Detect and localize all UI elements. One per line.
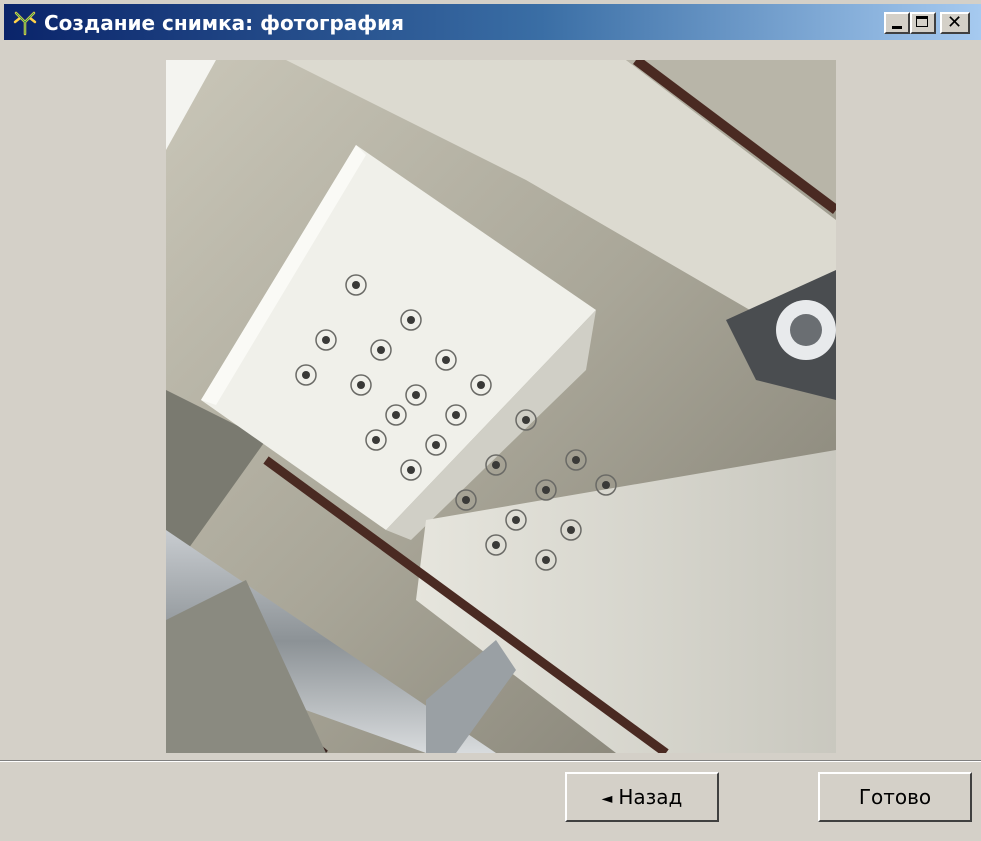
- captured-photo: [166, 60, 836, 753]
- photo-image: [166, 60, 836, 753]
- close-icon: ✕: [947, 12, 963, 33]
- footer-divider-highlight: [0, 761, 981, 762]
- back-button[interactable]: ◄ Назад: [565, 772, 719, 822]
- capture-photo-dialog: Создание снимка: фотография ✕ ◄ Назад Го…: [0, 0, 981, 841]
- maximize-icon: [916, 16, 928, 27]
- window-title: Создание снимка: фотография: [44, 11, 404, 35]
- back-button-label: Назад: [618, 785, 683, 809]
- maximize-button[interactable]: [910, 12, 936, 34]
- close-button[interactable]: ✕: [940, 12, 970, 34]
- minimize-icon: [892, 26, 902, 29]
- app-logo-icon: [13, 11, 37, 36]
- minimize-button[interactable]: [884, 12, 910, 34]
- back-arrow-icon: ◄: [601, 791, 613, 807]
- done-button[interactable]: Готово: [818, 772, 972, 822]
- done-button-label: Готово: [858, 785, 932, 809]
- title-bar[interactable]: Создание снимка: фотография ✕: [4, 4, 981, 40]
